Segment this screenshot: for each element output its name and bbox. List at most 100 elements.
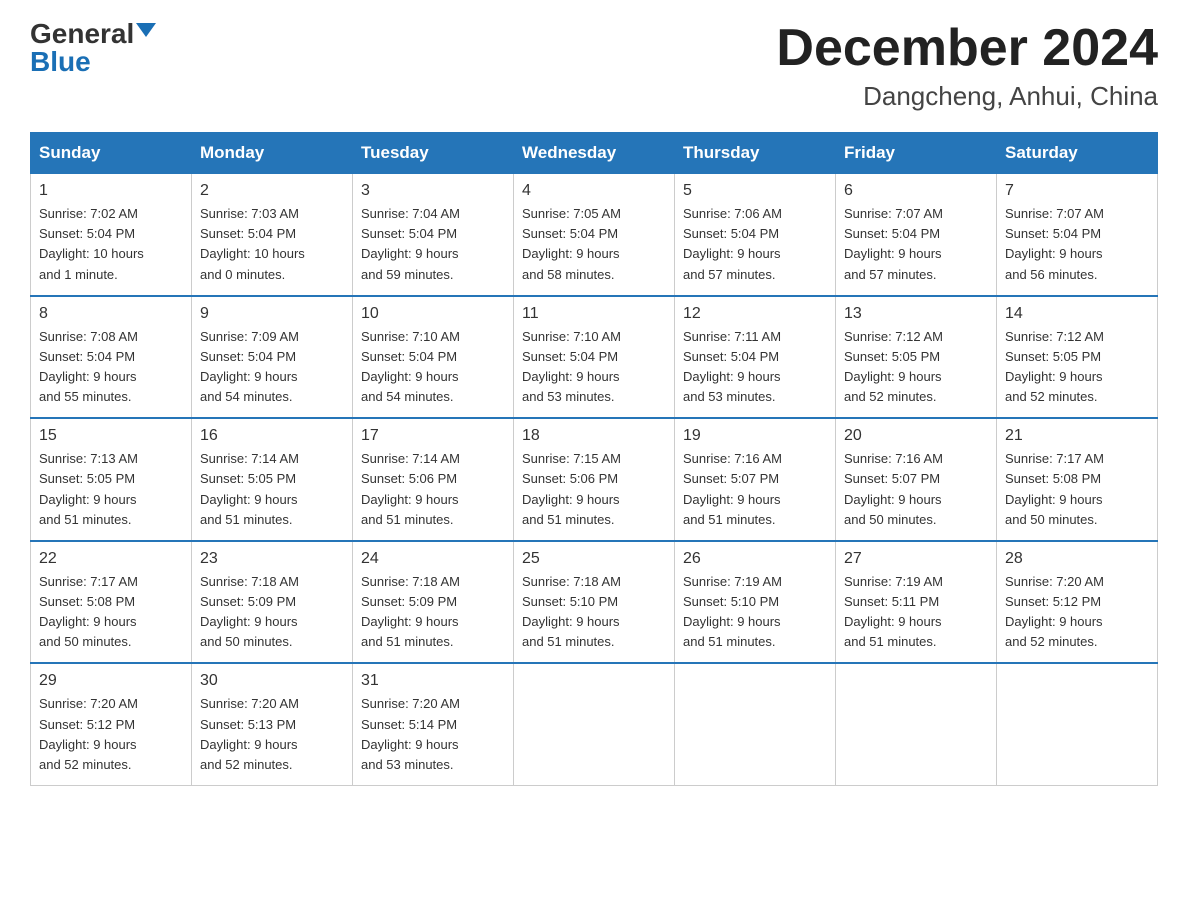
calendar-cell: 25Sunrise: 7:18 AM Sunset: 5:10 PM Dayli…: [514, 541, 675, 664]
day-info: Sunrise: 7:10 AM Sunset: 5:04 PM Dayligh…: [522, 327, 666, 408]
calendar-cell: 8 Sunrise: 7:08 AM Sunset: 5:04 PM Daylig…: [31, 296, 192, 419]
calendar-cell: 13Sunrise: 7:12 AM Sunset: 5:05 PM Dayli…: [836, 296, 997, 419]
logo-blue-text: Blue: [30, 48, 91, 76]
day-number: 26: [683, 550, 827, 568]
day-number: 4: [522, 182, 666, 200]
day-info: Sunrise: 7:18 AM Sunset: 5:10 PM Dayligh…: [522, 572, 666, 653]
day-info: Sunrise: 7:15 AM Sunset: 5:06 PM Dayligh…: [522, 449, 666, 530]
logo: General Blue: [30, 20, 156, 76]
calendar-cell: 1Sunrise: 7:02 AM Sunset: 5:04 PM Daylig…: [31, 174, 192, 296]
calendar-cell: 20 Sunrise: 7:16 AM Sunset: 5:07 PM Dayli…: [836, 418, 997, 541]
day-info: Sunrise: 7:05 AM Sunset: 5:04 PM Dayligh…: [522, 204, 666, 285]
title-block: December 2024 Dangcheng, Anhui, China: [776, 20, 1158, 112]
day-number: 8: [39, 305, 183, 323]
day-info: Sunrise: 7:20 AM Sunset: 5:13 PM Dayligh…: [200, 694, 344, 775]
calendar-cell: 11 Sunrise: 7:10 AM Sunset: 5:04 PM Dayli…: [514, 296, 675, 419]
weekday-header-tuesday: Tuesday: [353, 133, 514, 174]
day-info: Sunrise: 7:18 AM Sunset: 5:09 PM Dayligh…: [361, 572, 505, 653]
calendar-week-row: 22 Sunrise: 7:17 AM Sunset: 5:08 PM Dayli…: [31, 541, 1158, 664]
day-number: 16: [200, 427, 344, 445]
day-number: 3: [361, 182, 505, 200]
day-number: 18: [522, 427, 666, 445]
day-info: Sunrise: 7:11 AM Sunset: 5:04 PM Dayligh…: [683, 327, 827, 408]
day-info: Sunrise: 7:12 AM Sunset: 5:05 PM Dayligh…: [844, 327, 988, 408]
day-number: 21: [1005, 427, 1149, 445]
calendar-cell: 18 Sunrise: 7:15 AM Sunset: 5:06 PM Dayli…: [514, 418, 675, 541]
day-info: Sunrise: 7:10 AM Sunset: 5:04 PM Dayligh…: [361, 327, 505, 408]
day-number: 9: [200, 305, 344, 323]
day-info: Sunrise: 7:16 AM Sunset: 5:07 PM Dayligh…: [844, 449, 988, 530]
calendar-cell: 6Sunrise: 7:07 AM Sunset: 5:04 PM Daylig…: [836, 174, 997, 296]
calendar-cell: 5Sunrise: 7:06 AM Sunset: 5:04 PM Daylig…: [675, 174, 836, 296]
location-title: Dangcheng, Anhui, China: [776, 81, 1158, 112]
weekday-header-monday: Monday: [192, 133, 353, 174]
calendar-cell: 15 Sunrise: 7:13 AM Sunset: 5:05 PM Dayli…: [31, 418, 192, 541]
day-info: Sunrise: 7:20 AM Sunset: 5:14 PM Dayligh…: [361, 694, 505, 775]
day-info: Sunrise: 7:13 AM Sunset: 5:05 PM Dayligh…: [39, 449, 183, 530]
day-number: 30: [200, 672, 344, 690]
calendar-cell: 29 Sunrise: 7:20 AM Sunset: 5:12 PM Dayli…: [31, 663, 192, 785]
day-number: 20: [844, 427, 988, 445]
calendar-cell: 19 Sunrise: 7:16 AM Sunset: 5:07 PM Dayli…: [675, 418, 836, 541]
day-info: Sunrise: 7:19 AM Sunset: 5:10 PM Dayligh…: [683, 572, 827, 653]
weekday-header-wednesday: Wednesday: [514, 133, 675, 174]
day-number: 12: [683, 305, 827, 323]
day-info: Sunrise: 7:12 AM Sunset: 5:05 PM Dayligh…: [1005, 327, 1149, 408]
day-info: Sunrise: 7:19 AM Sunset: 5:11 PM Dayligh…: [844, 572, 988, 653]
day-info: Sunrise: 7:02 AM Sunset: 5:04 PM Dayligh…: [39, 204, 183, 285]
day-number: 27: [844, 550, 988, 568]
weekday-header-row: SundayMondayTuesdayWednesdayThursdayFrid…: [31, 133, 1158, 174]
calendar-cell: 7 Sunrise: 7:07 AM Sunset: 5:04 PM Daylig…: [997, 174, 1158, 296]
calendar-cell: [675, 663, 836, 785]
calendar-cell: 14 Sunrise: 7:12 AM Sunset: 5:05 PM Dayli…: [997, 296, 1158, 419]
weekday-header-saturday: Saturday: [997, 133, 1158, 174]
day-number: 2: [200, 182, 344, 200]
calendar-cell: [836, 663, 997, 785]
day-number: 24: [361, 550, 505, 568]
day-info: Sunrise: 7:03 AM Sunset: 5:04 PM Dayligh…: [200, 204, 344, 285]
day-number: 28: [1005, 550, 1149, 568]
day-info: Sunrise: 7:07 AM Sunset: 5:04 PM Dayligh…: [1005, 204, 1149, 285]
day-number: 11: [522, 305, 666, 323]
day-info: Sunrise: 7:20 AM Sunset: 5:12 PM Dayligh…: [39, 694, 183, 775]
day-info: Sunrise: 7:17 AM Sunset: 5:08 PM Dayligh…: [39, 572, 183, 653]
day-number: 23: [200, 550, 344, 568]
calendar-cell: 27 Sunrise: 7:19 AM Sunset: 5:11 PM Dayli…: [836, 541, 997, 664]
calendar-cell: 28 Sunrise: 7:20 AM Sunset: 5:12 PM Dayli…: [997, 541, 1158, 664]
day-info: Sunrise: 7:17 AM Sunset: 5:08 PM Dayligh…: [1005, 449, 1149, 530]
day-number: 19: [683, 427, 827, 445]
day-number: 15: [39, 427, 183, 445]
weekday-header-sunday: Sunday: [31, 133, 192, 174]
day-info: Sunrise: 7:20 AM Sunset: 5:12 PM Dayligh…: [1005, 572, 1149, 653]
calendar-cell: [997, 663, 1158, 785]
calendar-table: SundayMondayTuesdayWednesdayThursdayFrid…: [30, 132, 1158, 786]
day-number: 7: [1005, 182, 1149, 200]
logo-arrow-icon: [136, 23, 156, 37]
calendar-cell: 3Sunrise: 7:04 AM Sunset: 5:04 PM Daylig…: [353, 174, 514, 296]
day-number: 14: [1005, 305, 1149, 323]
day-number: 5: [683, 182, 827, 200]
day-info: Sunrise: 7:18 AM Sunset: 5:09 PM Dayligh…: [200, 572, 344, 653]
day-info: Sunrise: 7:08 AM Sunset: 5:04 PM Dayligh…: [39, 327, 183, 408]
calendar-cell: 31Sunrise: 7:20 AM Sunset: 5:14 PM Dayli…: [353, 663, 514, 785]
calendar-week-row: 29 Sunrise: 7:20 AM Sunset: 5:12 PM Dayli…: [31, 663, 1158, 785]
day-number: 10: [361, 305, 505, 323]
calendar-cell: 22 Sunrise: 7:17 AM Sunset: 5:08 PM Dayli…: [31, 541, 192, 664]
day-number: 17: [361, 427, 505, 445]
day-number: 29: [39, 672, 183, 690]
calendar-cell: 17Sunrise: 7:14 AM Sunset: 5:06 PM Dayli…: [353, 418, 514, 541]
calendar-cell: 10 Sunrise: 7:10 AM Sunset: 5:04 PM Dayli…: [353, 296, 514, 419]
weekday-header-friday: Friday: [836, 133, 997, 174]
calendar-cell: 30 Sunrise: 7:20 AM Sunset: 5:13 PM Dayli…: [192, 663, 353, 785]
calendar-cell: [514, 663, 675, 785]
calendar-cell: 16 Sunrise: 7:14 AM Sunset: 5:05 PM Dayli…: [192, 418, 353, 541]
calendar-cell: 2 Sunrise: 7:03 AM Sunset: 5:04 PM Daylig…: [192, 174, 353, 296]
day-info: Sunrise: 7:14 AM Sunset: 5:05 PM Dayligh…: [200, 449, 344, 530]
day-info: Sunrise: 7:16 AM Sunset: 5:07 PM Dayligh…: [683, 449, 827, 530]
calendar-week-row: 15 Sunrise: 7:13 AM Sunset: 5:05 PM Dayli…: [31, 418, 1158, 541]
calendar-cell: 21 Sunrise: 7:17 AM Sunset: 5:08 PM Dayli…: [997, 418, 1158, 541]
day-number: 22: [39, 550, 183, 568]
calendar-week-row: 1Sunrise: 7:02 AM Sunset: 5:04 PM Daylig…: [31, 174, 1158, 296]
day-info: Sunrise: 7:09 AM Sunset: 5:04 PM Dayligh…: [200, 327, 344, 408]
calendar-week-row: 8 Sunrise: 7:08 AM Sunset: 5:04 PM Daylig…: [31, 296, 1158, 419]
